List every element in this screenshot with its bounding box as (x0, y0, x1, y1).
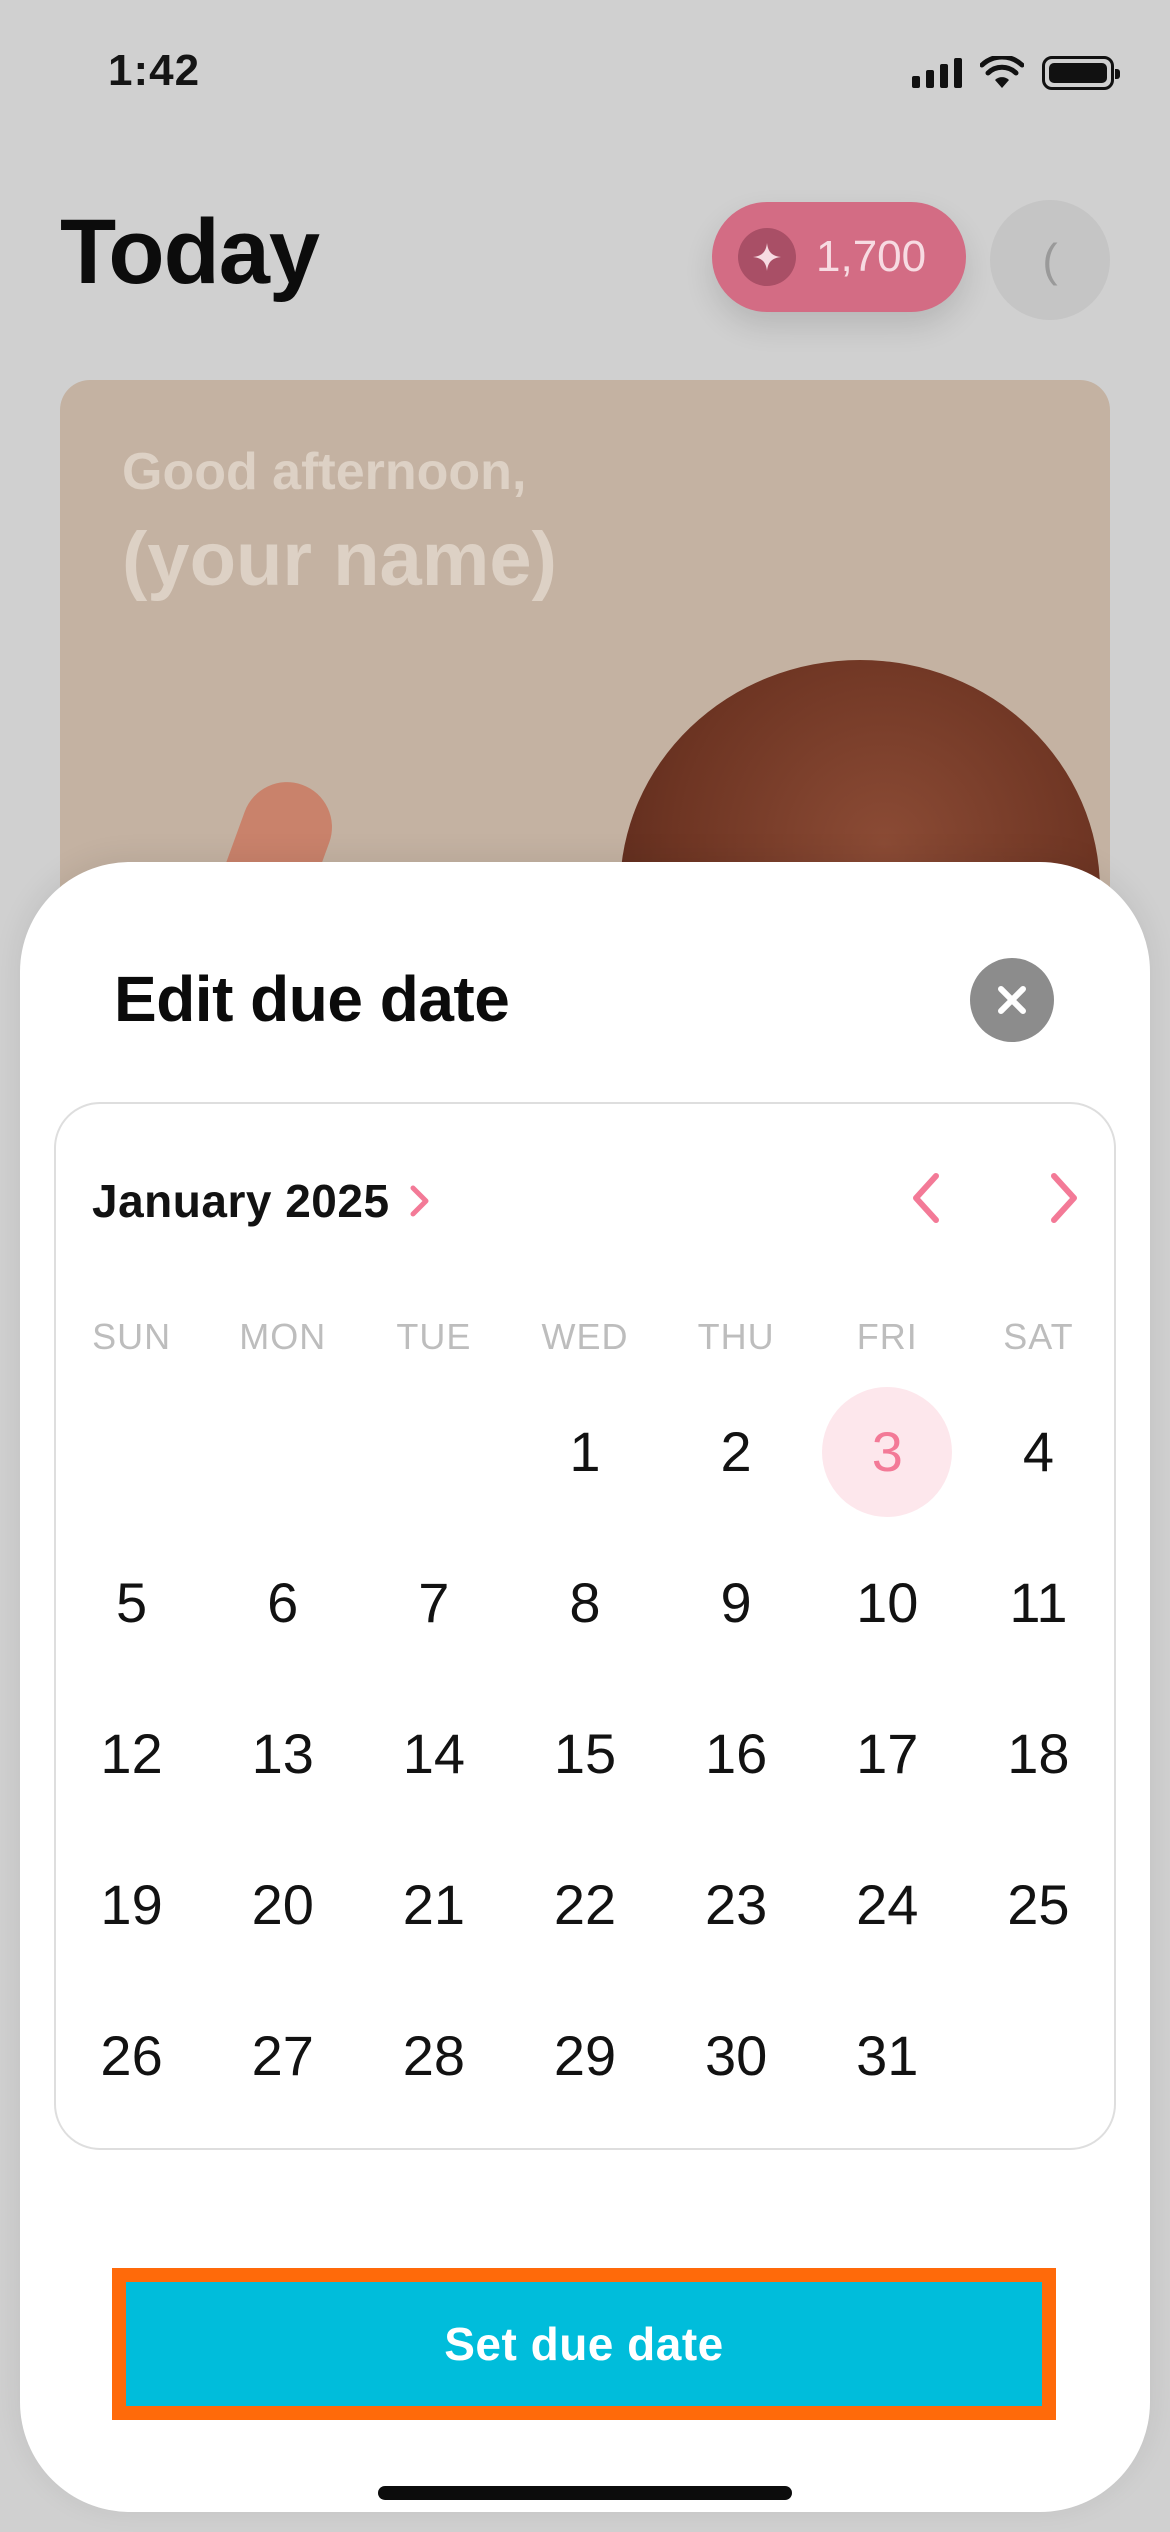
day-cell[interactable]: 7 (358, 1538, 509, 1668)
weekday-header: SUN MON TUE WED THU FRI SAT (56, 1316, 1114, 1358)
week-row: 12 13 14 15 16 17 18 (56, 1678, 1114, 1829)
day-cell-empty (963, 1991, 1114, 2121)
sparkle-icon (738, 228, 796, 286)
next-month-button[interactable] (1034, 1168, 1094, 1228)
set-due-date-button[interactable]: Set due date (126, 2282, 1042, 2406)
day-cell[interactable]: 8 (509, 1538, 660, 1668)
day-cell[interactable]: 23 (661, 1840, 812, 1970)
battery-icon (1042, 56, 1120, 90)
previous-month-button[interactable] (896, 1168, 956, 1228)
day-cell[interactable]: 17 (812, 1689, 963, 1819)
week-row: 1 2 3 4 (56, 1376, 1114, 1527)
page-title: Today (60, 201, 320, 303)
day-cell[interactable]: 11 (963, 1538, 1114, 1668)
day-cell[interactable]: 18 (963, 1689, 1114, 1819)
avatar-initial: ( (1042, 234, 1058, 286)
day-cell-empty (207, 1387, 358, 1517)
sheet-title: Edit due date (114, 963, 510, 1035)
day-cell[interactable]: 22 (509, 1840, 660, 1970)
points-button[interactable]: 1,700 (712, 202, 966, 312)
day-cell-empty (56, 1387, 207, 1517)
chevron-left-icon (913, 1173, 939, 1223)
days-grid: 1 2 3 4 5 6 7 8 9 10 11 12 13 14 15 16 1… (56, 1376, 1114, 2131)
day-cell[interactable]: 24 (812, 1840, 963, 1970)
day-cell[interactable]: 31 (812, 1991, 963, 2121)
day-cell[interactable]: 19 (56, 1840, 207, 1970)
day-cell[interactable]: 4 (963, 1387, 1114, 1517)
day-cell-selected[interactable]: 3 (812, 1386, 963, 1517)
day-cell[interactable]: 21 (358, 1840, 509, 1970)
day-cell[interactable]: 28 (358, 1991, 509, 2121)
close-icon (998, 986, 1026, 1014)
day-cell[interactable]: 29 (509, 1991, 660, 2121)
status-icons (912, 56, 1120, 90)
month-picker-button[interactable]: January 2025 (92, 1174, 432, 1228)
hero-greeting: Good afternoon, (122, 443, 527, 501)
weekday-label: MON (239, 1316, 327, 1357)
chevron-right-icon (1051, 1173, 1077, 1223)
day-cell[interactable]: 12 (56, 1689, 207, 1819)
month-label: January 2025 (92, 1175, 390, 1227)
day-cell[interactable]: 13 (207, 1689, 358, 1819)
day-cell[interactable]: 15 (509, 1689, 660, 1819)
day-cell[interactable]: 9 (661, 1538, 812, 1668)
day-cell[interactable]: 20 (207, 1840, 358, 1970)
day-cell[interactable]: 10 (812, 1538, 963, 1668)
weekday-label: SAT (1003, 1316, 1074, 1357)
close-button[interactable] (970, 958, 1054, 1042)
day-cell[interactable]: 5 (56, 1538, 207, 1668)
weekday-label: TUE (396, 1316, 472, 1357)
weekday-label: SUN (92, 1316, 172, 1357)
chevron-right-icon (410, 1185, 429, 1217)
day-cell[interactable]: 25 (963, 1840, 1114, 1970)
weekday-label: FRI (856, 1316, 918, 1357)
day-cell-empty (358, 1387, 509, 1517)
day-cell[interactable]: 6 (207, 1538, 358, 1668)
week-row: 5 6 7 8 9 10 11 (56, 1527, 1114, 1678)
day-cell[interactable]: 14 (358, 1689, 509, 1819)
cellular-signal-icon (912, 58, 962, 88)
day-cell[interactable]: 1 (509, 1387, 660, 1517)
avatar[interactable]: ( (990, 200, 1110, 320)
selected-day-number: 3 (871, 1420, 903, 1483)
day-cell[interactable]: 2 (661, 1387, 812, 1517)
points-value: 1,700 (816, 232, 927, 281)
weekday-label: WED (541, 1316, 629, 1357)
week-row: 26 27 28 29 30 31 (56, 1980, 1114, 2131)
status-time: 1:42 (108, 46, 201, 95)
week-row: 19 20 21 22 23 24 25 (56, 1829, 1114, 1980)
calendar: January 2025 SUN MON TUE WED THU FRI SAT (54, 1102, 1116, 2150)
day-cell[interactable]: 30 (661, 1991, 812, 2121)
weekday-label: THU (697, 1316, 775, 1357)
status-bar: 1:42 (0, 0, 1170, 150)
day-cell[interactable]: 26 (56, 1991, 207, 2121)
day-cell[interactable]: 27 (207, 1991, 358, 2121)
hero-name: (your name) (122, 517, 557, 602)
home-indicator (378, 2486, 792, 2500)
day-cell[interactable]: 16 (661, 1689, 812, 1819)
edit-due-date-sheet: Edit due date January 2025 SUN MON TUE W… (20, 862, 1150, 2512)
wifi-icon (980, 56, 1024, 88)
